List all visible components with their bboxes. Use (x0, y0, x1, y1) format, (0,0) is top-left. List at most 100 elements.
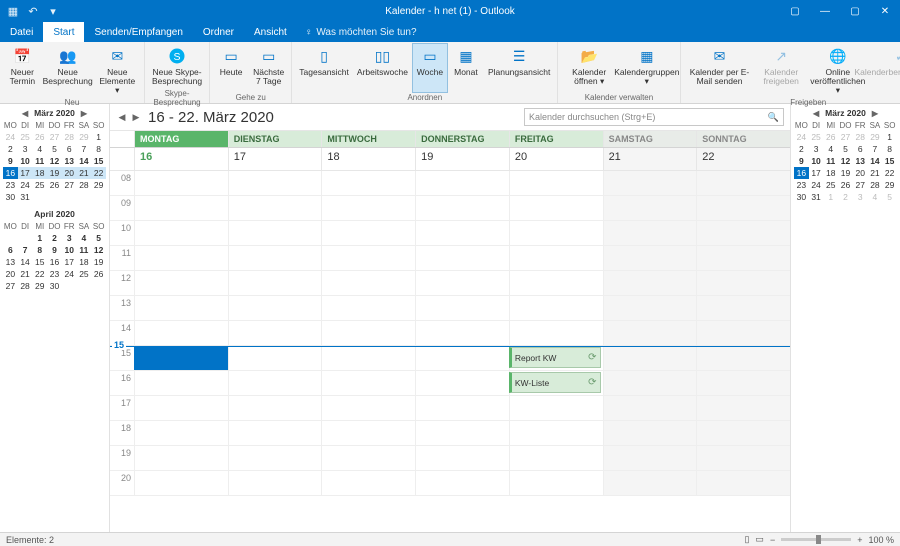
time-slot[interactable] (509, 246, 603, 270)
time-slot[interactable] (321, 196, 415, 220)
calendar-day[interactable]: 1 (32, 232, 47, 244)
time-slot[interactable] (696, 321, 790, 345)
calendar-day[interactable]: 5 (838, 143, 853, 155)
time-slot[interactable] (228, 446, 322, 470)
calendar-day[interactable]: 14 (18, 256, 33, 268)
tab-ansicht[interactable]: Ansicht (244, 22, 297, 42)
calendar-day[interactable] (62, 191, 77, 203)
calendar-day[interactable]: 24 (809, 179, 824, 191)
time-slot[interactable] (134, 421, 228, 445)
calendar-day[interactable]: 17 (809, 167, 824, 179)
calendar-day[interactable]: 28 (868, 179, 883, 191)
calendar-day[interactable]: 10 (18, 155, 33, 167)
calendar-day[interactable]: 19 (838, 167, 853, 179)
calendar-day[interactable]: 29 (868, 131, 883, 143)
calendar-day[interactable]: 19 (47, 167, 62, 179)
calendar-day[interactable]: 25 (823, 179, 838, 191)
time-slot[interactable] (228, 471, 322, 495)
email-calendar-button[interactable]: ✉Kalender per E-Mail senden (685, 44, 755, 97)
time-slot[interactable] (696, 396, 790, 420)
calendar-day[interactable]: 6 (62, 143, 77, 155)
calendar-day[interactable]: 24 (3, 131, 18, 143)
time-slot[interactable] (415, 171, 509, 195)
calendar-day[interactable]: 12 (47, 155, 62, 167)
calendar-day[interactable]: 4 (77, 232, 92, 244)
calendar-event[interactable]: Report KW⟳ (509, 347, 601, 368)
calendar-day[interactable]: 16 (794, 167, 809, 179)
calendar-day[interactable]: 10 (62, 244, 77, 256)
calendar-day[interactable]: 18 (77, 256, 92, 268)
time-slot[interactable] (228, 346, 322, 370)
tab-senden[interactable]: Senden/Empfangen (84, 22, 192, 42)
date-cell[interactable]: 19 (415, 148, 509, 170)
calendar-day[interactable]: 13 (3, 256, 18, 268)
calendar-day[interactable]: 8 (91, 143, 106, 155)
close-icon[interactable]: ✕ (870, 0, 900, 22)
next-week-button[interactable]: ▶ (130, 110, 142, 124)
calendar-day[interactable]: 24 (62, 268, 77, 280)
calendar-day[interactable]: 30 (794, 191, 809, 203)
calendar-day[interactable] (32, 191, 47, 203)
new-items-button[interactable]: ✉Neue Elemente ▾ (95, 44, 140, 97)
calendar-groups-button[interactable]: ▦Kalendergruppen ▾ (618, 44, 676, 92)
next-month-button[interactable]: ▶ (81, 109, 87, 118)
calendar-day[interactable]: 2 (3, 143, 18, 155)
open-calendar-button[interactable]: 📂Kalender öffnen ▾ (562, 44, 616, 92)
time-slot[interactable] (603, 221, 697, 245)
time-slot[interactable] (228, 171, 322, 195)
time-slot[interactable] (509, 471, 603, 495)
calendar-day[interactable]: 11 (77, 244, 92, 256)
calendar-day[interactable]: 15 (32, 256, 47, 268)
calendar-day[interactable]: 4 (32, 143, 47, 155)
time-slot[interactable] (415, 371, 509, 395)
time-slot[interactable] (321, 396, 415, 420)
date-cell[interactable]: 22 (696, 148, 790, 170)
calendar-day[interactable]: 28 (853, 131, 868, 143)
calendar-day[interactable]: 24 (794, 131, 809, 143)
calendar-day[interactable]: 21 (868, 167, 883, 179)
time-slot[interactable] (228, 421, 322, 445)
calendar-day[interactable]: 15 (882, 155, 897, 167)
time-slot[interactable] (509, 296, 603, 320)
time-slot[interactable] (696, 271, 790, 295)
calendar-day[interactable]: 28 (62, 131, 77, 143)
time-slot[interactable] (415, 321, 509, 345)
calendar-day[interactable]: 3 (809, 143, 824, 155)
calendar-day[interactable]: 26 (47, 179, 62, 191)
calendar-day[interactable] (77, 191, 92, 203)
calendar-day[interactable]: 9 (3, 155, 18, 167)
date-cell[interactable]: 20 (509, 148, 603, 170)
time-slot[interactable] (228, 221, 322, 245)
zoom-out-button[interactable]: − (770, 535, 775, 545)
calendar-day[interactable]: 1 (91, 131, 106, 143)
qat-icon[interactable]: ▦ (6, 4, 20, 18)
tab-start[interactable]: Start (43, 22, 84, 42)
time-slot[interactable] (228, 246, 322, 270)
calendar-day[interactable]: 8 (32, 244, 47, 256)
calendar-day[interactable]: 2 (838, 191, 853, 203)
time-slot[interactable] (321, 171, 415, 195)
calendar-day[interactable]: 30 (3, 191, 18, 203)
calendar-day[interactable]: 6 (853, 143, 868, 155)
time-slot[interactable] (415, 421, 509, 445)
calendar-day[interactable]: 3 (62, 232, 77, 244)
time-slot[interactable] (696, 471, 790, 495)
calendar-day[interactable]: 24 (18, 179, 33, 191)
calendar-day[interactable]: 17 (18, 167, 33, 179)
calendar-day[interactable]: 15 (91, 155, 106, 167)
calendar-day[interactable]: 18 (32, 167, 47, 179)
calendar-day[interactable]: 27 (853, 179, 868, 191)
time-slot[interactable] (415, 446, 509, 470)
time-slot[interactable] (134, 171, 228, 195)
skype-meeting-button[interactable]: SNeue Skype- Besprechung (149, 44, 205, 88)
minimize-icon[interactable]: — (810, 0, 840, 22)
maximize-icon[interactable]: ▢ (840, 0, 870, 22)
time-slot[interactable] (134, 321, 228, 345)
time-slot[interactable] (415, 271, 509, 295)
calendar-day[interactable]: 25 (18, 131, 33, 143)
time-slot[interactable] (696, 246, 790, 270)
time-slot[interactable] (321, 421, 415, 445)
time-slot[interactable] (134, 471, 228, 495)
time-slot[interactable] (509, 221, 603, 245)
calendar-day[interactable]: 27 (62, 179, 77, 191)
